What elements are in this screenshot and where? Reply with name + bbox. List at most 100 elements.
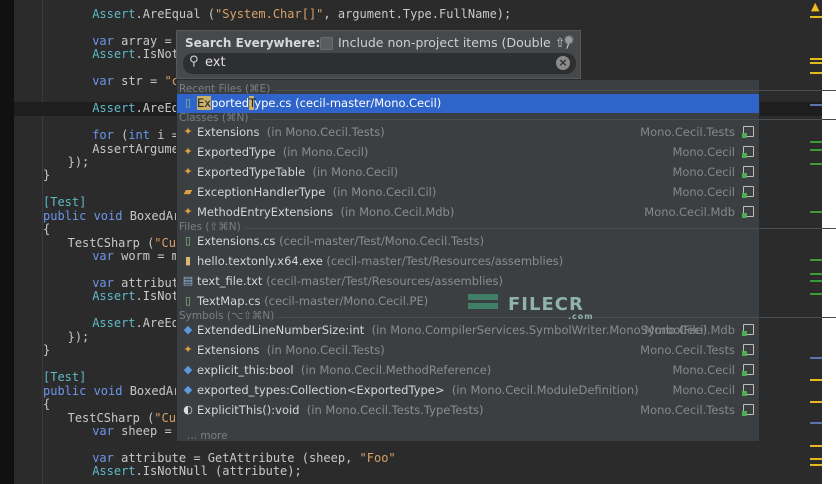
class-icon: ✦ bbox=[183, 125, 193, 138]
watermark-sub: .com bbox=[568, 312, 594, 321]
code-token: } bbox=[43, 168, 51, 183]
cs-file-icon: ▯ bbox=[184, 294, 192, 307]
name-part: ype.cs bbox=[254, 96, 292, 110]
code-line: }); bbox=[68, 155, 90, 169]
error-stripe-marker[interactable] bbox=[810, 458, 822, 460]
error-stripe-marker[interactable] bbox=[810, 379, 822, 381]
code-token: public void bbox=[43, 383, 123, 398]
result-module: Mono.Cecil.Tests bbox=[640, 403, 735, 417]
error-stripe-marker[interactable] bbox=[810, 357, 822, 359]
result-name: ExportedType.cs (cecil-master/Mono.Cecil… bbox=[197, 96, 441, 110]
match-highlight: Ex bbox=[197, 96, 212, 110]
error-stripe-marker[interactable] bbox=[810, 445, 822, 447]
error-stripe-marker[interactable] bbox=[810, 16, 822, 18]
error-stripe-marker[interactable] bbox=[810, 58, 822, 60]
search-results-list: Recent Files (⌘E) ▯ ExportedType.cs (cecil… bbox=[176, 79, 836, 442]
result-row[interactable]: ▤ text_file.txt (cecil-master/Test/Resour… bbox=[177, 272, 759, 291]
name-part: Extensions bbox=[197, 343, 260, 357]
name-part: Extensions.cs bbox=[197, 234, 276, 248]
code-token: int bbox=[128, 128, 151, 143]
name-part: ExtendedLineNumberSize:int bbox=[197, 323, 365, 337]
result-row[interactable]: ▰ ExceptionHandlerType (in Mono.Cecil.Cil… bbox=[177, 183, 759, 202]
more-results-link[interactable]: ... more bbox=[187, 430, 228, 442]
code-token: Assert bbox=[92, 289, 136, 304]
result-row[interactable]: ✦ Extensions (in Mono.Cecil.Tests) Mono.Ce… bbox=[177, 123, 759, 142]
code-line: for (int i = bbox=[92, 128, 186, 142]
clear-search-icon[interactable]: × bbox=[556, 56, 570, 70]
code-token: var bbox=[92, 423, 114, 438]
search-input[interactable]: ⚲ ext × bbox=[183, 53, 576, 74]
code-line: } bbox=[43, 343, 50, 357]
error-stripe-marker[interactable] bbox=[810, 259, 822, 261]
result-name: Extensions (in Mono.Cecil.Tests) bbox=[197, 125, 385, 139]
code-token: [Test] bbox=[43, 195, 87, 210]
error-stripe-marker[interactable] bbox=[810, 149, 822, 151]
result-row[interactable]: ▯ Extensions.cs (cecil-master/Test/Mono.C… bbox=[177, 232, 759, 251]
name-part: ExplicitThis():void bbox=[197, 403, 300, 417]
code-token: , argument.Type.FullName); bbox=[323, 7, 512, 21]
code-token: { bbox=[43, 222, 51, 237]
error-stripe-marker[interactable] bbox=[810, 141, 822, 143]
result-row[interactable]: ▯ ExportedType.cs (cecil-master/Mono.Ceci… bbox=[177, 94, 759, 113]
name-part: ExportedTypeTable bbox=[197, 165, 306, 179]
result-name: text_file.txt (cecil-master/Test/Resourc… bbox=[197, 274, 503, 288]
result-name: ExceptionHandlerType (in Mono.Cecil.Cil) bbox=[197, 185, 436, 199]
search-query[interactable]: ext bbox=[205, 55, 226, 70]
class-icon: ✦ bbox=[183, 145, 193, 158]
result-row[interactable]: ▮ hello.textonly.x64.exe (cecil-master/Te… bbox=[177, 252, 759, 271]
code-line: public void BoxedArra bbox=[43, 384, 195, 398]
error-stripe-marker[interactable] bbox=[810, 273, 822, 275]
project-icon bbox=[742, 146, 754, 158]
code-token: Assert bbox=[92, 464, 136, 479]
error-stripe-marker[interactable] bbox=[810, 422, 822, 424]
result-row[interactable]: ✦ Extensions (in Mono.Cecil.Tests) Mono.Ce… bbox=[177, 341, 759, 360]
result-row[interactable]: ◐ ExplicitThis():void (in Mono.Cecil.Test… bbox=[177, 401, 759, 420]
include-non-project-checkbox[interactable] bbox=[320, 37, 333, 50]
code-line: var attribute bbox=[92, 276, 186, 290]
name-part: Extensions bbox=[197, 125, 260, 139]
result-row[interactable]: ✦ ExportedType (in Mono.Cecil) Mono.Cecil bbox=[177, 143, 759, 162]
error-stripe-marker[interactable] bbox=[810, 280, 822, 282]
code-token: "Foo" bbox=[359, 450, 396, 465]
result-location: (in Mono.Cecil.Tests) bbox=[259, 343, 385, 357]
warning-icon[interactable]: ▲ bbox=[811, 0, 819, 13]
result-row[interactable]: ◆ explicit_this:bool (in Mono.Cecil.Metho… bbox=[177, 361, 759, 380]
result-module: Mono.Cecil.Mdb bbox=[644, 205, 735, 219]
result-row[interactable]: ◆ ExtendedLineNumberSize:int (in Mono.Com… bbox=[177, 321, 759, 340]
error-stripe-marker[interactable] bbox=[810, 211, 822, 213]
error-stripe-marker[interactable] bbox=[810, 464, 822, 466]
result-name: Extensions (in Mono.Cecil.Tests) bbox=[197, 343, 385, 357]
include-non-project-label[interactable]: Include non-project items (Double ⇧) bbox=[338, 35, 570, 50]
code-token: var bbox=[92, 276, 114, 290]
result-location: (cecil-master/Test/Mono.Cecil.Tests) bbox=[275, 234, 485, 248]
result-row[interactable]: ✦ MethodEntryExtensions (in Mono.Cecil.Md… bbox=[177, 203, 759, 222]
project-icon bbox=[742, 344, 754, 356]
error-stripe-marker[interactable] bbox=[810, 72, 822, 74]
error-stripe-marker[interactable] bbox=[810, 401, 822, 403]
popup-title: Search Everywhere: bbox=[185, 36, 321, 50]
code-token: var bbox=[92, 249, 114, 264]
result-name: ExportedTypeTable (in Mono.Cecil) bbox=[197, 165, 398, 179]
code-line: Assert.IsNotN bbox=[92, 47, 186, 61]
class-icon: ✦ bbox=[183, 165, 193, 178]
error-stripe-marker[interactable] bbox=[810, 293, 822, 295]
error-stripe-marker[interactable] bbox=[810, 104, 822, 106]
error-stripe-marker[interactable] bbox=[810, 163, 822, 165]
code-line: Assert.AreEqu bbox=[92, 316, 186, 330]
error-stripe-marker[interactable] bbox=[810, 62, 822, 64]
class-icon: ✦ bbox=[183, 343, 193, 356]
gear-icon[interactable]: ✹ bbox=[563, 33, 575, 49]
code-line: var sheep = m bbox=[92, 424, 186, 438]
name-part: text_file.txt bbox=[197, 274, 263, 288]
result-location: (in Mono.Cecil.Tests.TypeTests) bbox=[299, 403, 484, 417]
project-icon bbox=[742, 324, 754, 336]
filecr-watermark: FILECR .com bbox=[468, 294, 594, 321]
result-row[interactable]: ✦ ExportedTypeTable (in Mono.Cecil) Mono.C… bbox=[177, 163, 759, 182]
code-line: } bbox=[43, 168, 50, 182]
code-token: Assert bbox=[92, 47, 136, 62]
result-name: ExtendedLineNumberSize:int (in Mono.Comp… bbox=[197, 323, 707, 337]
result-row[interactable]: ◆ exported_types:Collection<ExportedType>… bbox=[177, 381, 759, 400]
project-icon bbox=[742, 126, 754, 138]
result-location: (in Mono.Cecil.MethodReference) bbox=[293, 363, 492, 377]
project-icon bbox=[742, 404, 754, 416]
